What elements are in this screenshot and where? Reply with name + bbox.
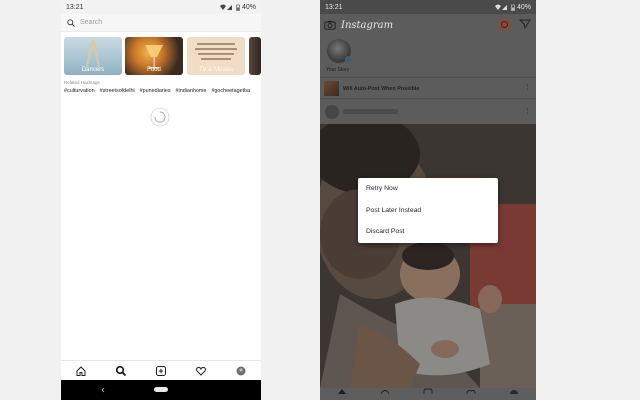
hashtag-item[interactable]: #gocheetagetba (211, 88, 250, 94)
explore-screen: 13:21 40% Search Dancers Food TV & Movie… (61, 0, 261, 400)
battery-level: 40% (516, 3, 531, 11)
father-baby-photo (320, 124, 536, 388)
pending-post-thumbnail (324, 81, 339, 96)
status-time: 13:21 (325, 3, 343, 11)
heart-icon[interactable] (466, 388, 476, 394)
your-story-label: Your Story (326, 67, 350, 73)
hashtag-item[interactable]: #punediaries (140, 88, 171, 94)
system-nav-bar (61, 380, 261, 400)
app-logo-text: Instagram (341, 19, 394, 31)
search-icon[interactable] (380, 388, 390, 394)
direct-message-icon[interactable] (519, 18, 531, 30)
bottom-nav (61, 360, 261, 380)
battery-icon (511, 4, 515, 11)
hashtag-item[interactable]: #culturvation (64, 88, 95, 94)
add-icon[interactable] (155, 365, 167, 377)
add-icon[interactable] (423, 388, 433, 394)
battery-level: 40% (241, 3, 256, 11)
home-icon[interactable] (75, 365, 87, 377)
post-header: ⋮ (320, 100, 536, 124)
post-failed-dialog: Retry Now Post Later Instead Discard Pos… (358, 178, 498, 243)
topic-tile-dancers[interactable]: Dancers (64, 37, 122, 75)
pending-post-row: Will Auto-Post When Possible ⋮ (320, 77, 536, 99)
profile-icon[interactable] (235, 365, 247, 377)
tile-label: Food (147, 67, 161, 73)
topic-tile-more[interactable] (249, 37, 261, 75)
add-story-icon[interactable] (345, 56, 352, 63)
back-icon[interactable] (100, 387, 106, 393)
search-input[interactable]: Search (80, 19, 102, 26)
home-pill-icon[interactable] (154, 387, 168, 392)
search-icon[interactable] (115, 365, 127, 377)
home-icon[interactable] (337, 388, 347, 394)
post-photo (320, 124, 536, 388)
loading-spinner-icon (150, 107, 170, 127)
post-username-blurred (343, 109, 398, 114)
status-bar: 13:21 40% (61, 0, 261, 14)
hashtag-list: #culturvation #streetsofdelhi #punediaries… (64, 88, 261, 94)
retry-now-option[interactable]: Retry Now (366, 185, 398, 192)
tile-label: Dancers (81, 67, 105, 73)
hashtag-item[interactable]: #streetsofdelhi (100, 88, 135, 94)
status-bar: 13:21 40% (320, 0, 536, 14)
discard-post-option[interactable]: Discard Post (366, 228, 405, 235)
post-options-icon[interactable]: ⋮ (524, 107, 531, 115)
post-avatar[interactable] (325, 105, 339, 119)
post-later-option[interactable]: Post Later Instead (366, 207, 421, 214)
topic-tile-food[interactable]: Food (125, 37, 183, 75)
related-hashtags-title: Related Hashtags (64, 80, 100, 85)
app-header: Instagram (320, 14, 536, 36)
stories-tray: Your Story (320, 36, 536, 76)
more-options-icon[interactable]: ⋮ (524, 83, 531, 91)
heart-icon[interactable] (195, 365, 207, 377)
signal-icon (219, 4, 232, 10)
tile-label: TV & Movies (198, 67, 233, 73)
search-icon (67, 18, 75, 27)
bottom-nav (320, 388, 536, 400)
hashtag-item[interactable]: #indianhome (176, 88, 207, 94)
profile-icon[interactable] (509, 388, 519, 394)
topic-tile-tv-movies[interactable]: TV & Movies (187, 37, 245, 75)
igtv-icon[interactable] (498, 18, 511, 31)
battery-icon (236, 4, 240, 11)
status-time: 13:21 (66, 3, 84, 11)
camera-icon[interactable] (324, 20, 336, 30)
search-bar[interactable]: Search (61, 14, 261, 32)
pending-post-status: Will Auto-Post When Possible (343, 86, 420, 92)
signal-icon (494, 4, 507, 10)
